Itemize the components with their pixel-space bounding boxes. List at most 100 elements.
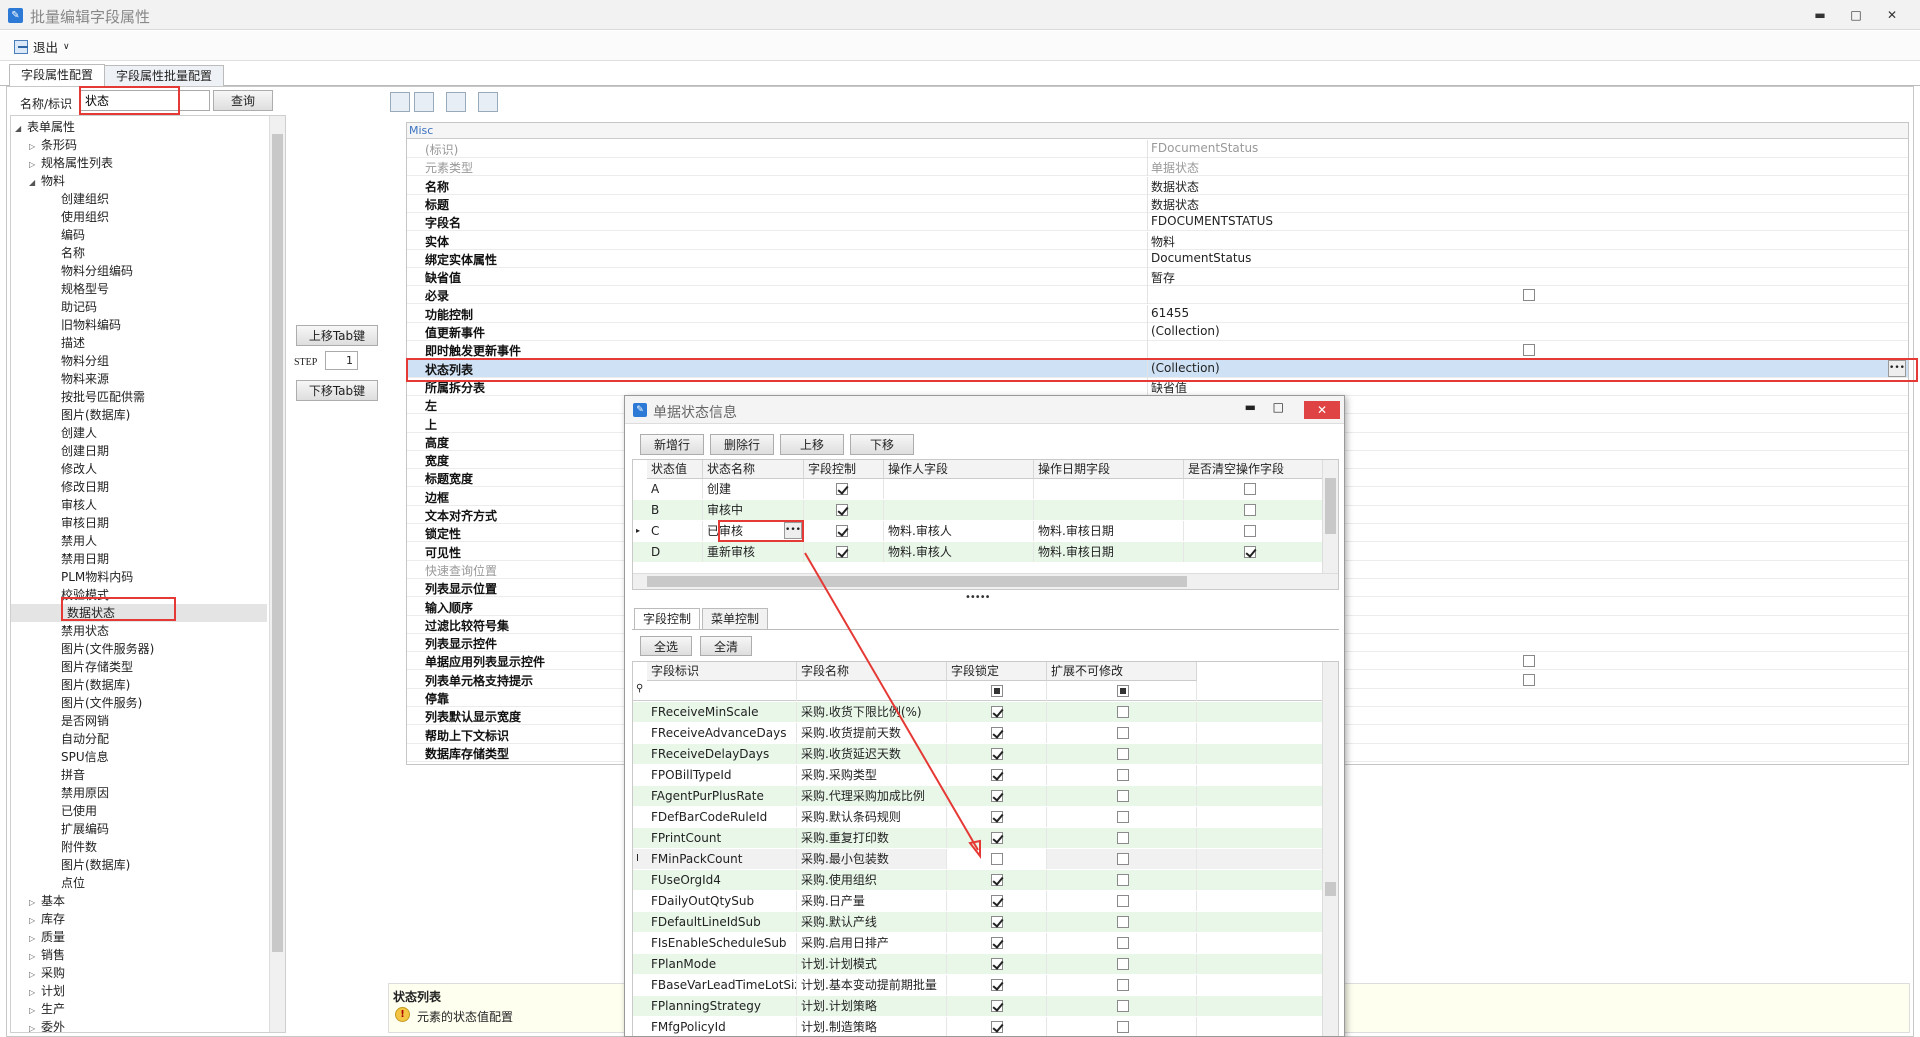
collapse-icon[interactable]: ◢ — [15, 120, 27, 138]
tree-item[interactable]: 禁用原因 — [61, 784, 109, 802]
field-row[interactable]: FUseOrgId4 采购.使用组织 — [633, 870, 1338, 890]
dialog-maximize-button[interactable]: □ — [1273, 400, 1284, 414]
field-name[interactable]: 计划.基本变动提前期批量 — [797, 975, 947, 995]
status-row[interactable]: A 创建 — [633, 479, 1338, 499]
field-lock-checkbox[interactable] — [991, 895, 1003, 907]
tree-item[interactable]: 图片(数据库) — [61, 856, 130, 874]
field-row[interactable]: FPrintCount 采购.重复打印数 — [633, 828, 1338, 848]
tree-item[interactable]: 按批号匹配供需 — [61, 388, 145, 406]
tree-item[interactable]: 图片(数据库) — [61, 406, 130, 424]
field-lock-checkbox[interactable] — [991, 1021, 1003, 1033]
status-name[interactable]: 审核中 — [703, 500, 804, 520]
field-id[interactable]: FPOBillTypeId — [647, 765, 797, 785]
ext-readonly-checkbox[interactable] — [1117, 1021, 1129, 1033]
close-button[interactable]: ✕ — [1874, 4, 1910, 26]
field-id[interactable]: FDailyOutQtySub — [647, 891, 797, 911]
property-row[interactable]: 实体 物料 — [407, 231, 1908, 250]
property-value[interactable]: 缺省值 — [1151, 379, 1187, 396]
ellipsis-button[interactable]: ••• — [1888, 359, 1906, 377]
field-name[interactable]: 采购.日产量 — [797, 891, 947, 911]
tree-item[interactable]: 图片存储类型 — [61, 658, 133, 676]
tree-item[interactable]: 物料来源 — [61, 370, 109, 388]
field-row[interactable]: FDefBarCodeRuleId 采购.默认条码规则 — [633, 807, 1338, 827]
field-row[interactable]: FReceiveAdvanceDays 采购.收货提前天数 — [633, 723, 1338, 743]
property-page-icon[interactable] — [478, 92, 498, 112]
field-lock-checkbox[interactable] — [991, 811, 1003, 823]
tree-item[interactable]: ◢ 物料 — [29, 172, 65, 190]
status-name[interactable]: 创建 — [703, 479, 804, 499]
tab-field-control[interactable]: 字段控制 — [634, 608, 701, 629]
tab-field-config[interactable]: 字段属性配置 — [9, 64, 106, 87]
field-id[interactable]: FReceiveMinScale — [647, 702, 797, 722]
field-row[interactable]: FPOBillTypeId 采购.采购类型 — [633, 765, 1338, 785]
select-all-button[interactable]: 全选 — [640, 636, 692, 656]
field-lock-checkbox[interactable] — [991, 853, 1003, 865]
tree-item[interactable]: 物料分组 — [61, 352, 109, 370]
property-row[interactable]: 状态列表 (Collection) ••• — [407, 359, 1908, 378]
tree-item[interactable]: 禁用状态 — [61, 622, 109, 640]
field-lock-checkbox[interactable] — [991, 937, 1003, 949]
field-lock-checkbox[interactable] — [991, 1000, 1003, 1012]
tree-item[interactable]: 修改人 — [61, 460, 97, 478]
tree-item[interactable]: ▷ 生产 — [29, 1000, 65, 1018]
property-row[interactable]: 值更新事件 (Collection) — [407, 323, 1908, 341]
field-control-checkbox[interactable] — [836, 504, 848, 516]
property-checkbox[interactable] — [1523, 673, 1535, 686]
tree-item[interactable]: 编码 — [61, 226, 85, 244]
property-checkbox[interactable] — [1523, 344, 1535, 357]
tree-item[interactable]: 名称 — [61, 244, 85, 262]
field-row[interactable]: FReceiveDelayDays 采购.收货延迟天数 — [633, 744, 1338, 764]
tree-item[interactable]: ▷ 规格属性列表 — [29, 154, 113, 172]
ext-readonly-checkbox[interactable] — [1117, 1000, 1129, 1012]
field-row[interactable]: FIsEnableScheduleSub 采购.启用日排产 — [633, 933, 1338, 953]
property-row[interactable]: 即时触发更新事件 — [407, 341, 1908, 360]
field-id[interactable]: FIsEnableScheduleSub — [647, 933, 797, 953]
tree-item[interactable]: 物料分组编码 — [61, 262, 133, 280]
field-row[interactable]: FMfgPolicyId 计划.制造策略 — [633, 1017, 1338, 1036]
tree-item[interactable]: 规格型号 — [61, 280, 109, 298]
maximize-button[interactable]: □ — [1838, 4, 1874, 26]
field-name[interactable]: 计划.计划策略 — [797, 996, 947, 1016]
operator-field[interactable]: 物料.审核人 — [884, 542, 1034, 562]
tree-item[interactable]: 校验模式 — [61, 586, 109, 604]
field-column-header[interactable]: 扩展不可修改 — [1047, 662, 1197, 681]
tree-scrollbar[interactable] — [269, 116, 285, 1032]
ext-readonly-checkbox[interactable] — [1117, 769, 1129, 781]
status-column-header[interactable]: 字段控制 — [804, 460, 884, 479]
property-row[interactable]: 绑定实体属性 DocumentStatus — [407, 249, 1908, 268]
tree-item[interactable]: 自动分配 — [61, 730, 109, 748]
operator-field[interactable] — [884, 479, 1034, 499]
field-id[interactable]: FDefaultLineIdSub — [647, 912, 797, 932]
property-value[interactable]: 61455 — [1151, 306, 1189, 320]
tree-item[interactable]: 描述 — [61, 334, 85, 352]
ext-readonly-checkbox[interactable] — [1117, 916, 1129, 928]
add-row-button[interactable]: 新增行 — [640, 434, 704, 455]
tree-item[interactable]: ▷ 质量 — [29, 928, 65, 946]
property-checkbox[interactable] — [1523, 289, 1535, 302]
operator-field[interactable] — [884, 500, 1034, 520]
collapse-icon[interactable]: ◢ — [29, 174, 41, 192]
property-row[interactable]: 名称 数据状态 — [407, 176, 1908, 195]
exit-menu[interactable]: 退出 ∨ — [14, 37, 70, 56]
field-name[interactable]: 采购.默认产线 — [797, 912, 947, 932]
clear-field-checkbox[interactable] — [1244, 504, 1256, 516]
property-row[interactable]: 缺省值 暂存 — [407, 268, 1908, 287]
tree-item[interactable]: 图片(文件服务器) — [61, 640, 154, 658]
tree-item[interactable]: 创建人 — [61, 424, 97, 442]
field-id[interactable]: FPlanMode — [647, 954, 797, 974]
tree-item[interactable]: 助记码 — [61, 298, 97, 316]
tree-item[interactable]: ▷ 库存 — [29, 910, 65, 928]
tree-item[interactable]: ▷ 基本 — [29, 892, 65, 910]
property-value[interactable]: DocumentStatus — [1151, 251, 1251, 265]
tree-item[interactable]: 旧物料编码 — [61, 316, 121, 334]
edit-icon[interactable] — [446, 92, 466, 112]
field-row[interactable]: I FMinPackCount 采购.最小包装数 — [633, 849, 1338, 869]
field-row[interactable]: FPlanMode 计划.计划模式 — [633, 954, 1338, 974]
ext-readonly-checkbox[interactable] — [1117, 874, 1129, 886]
field-name[interactable]: 计划.计划模式 — [797, 954, 947, 974]
field-name[interactable]: 采购.代理采购加成比例 — [797, 786, 947, 806]
field-id[interactable]: FMfgPolicyId — [647, 1017, 797, 1036]
tab-menu-control[interactable]: 菜单控制 — [702, 608, 769, 629]
tree-item[interactable]: 拼音 — [61, 766, 85, 784]
field-table-vscroll[interactable] — [1322, 662, 1338, 1036]
